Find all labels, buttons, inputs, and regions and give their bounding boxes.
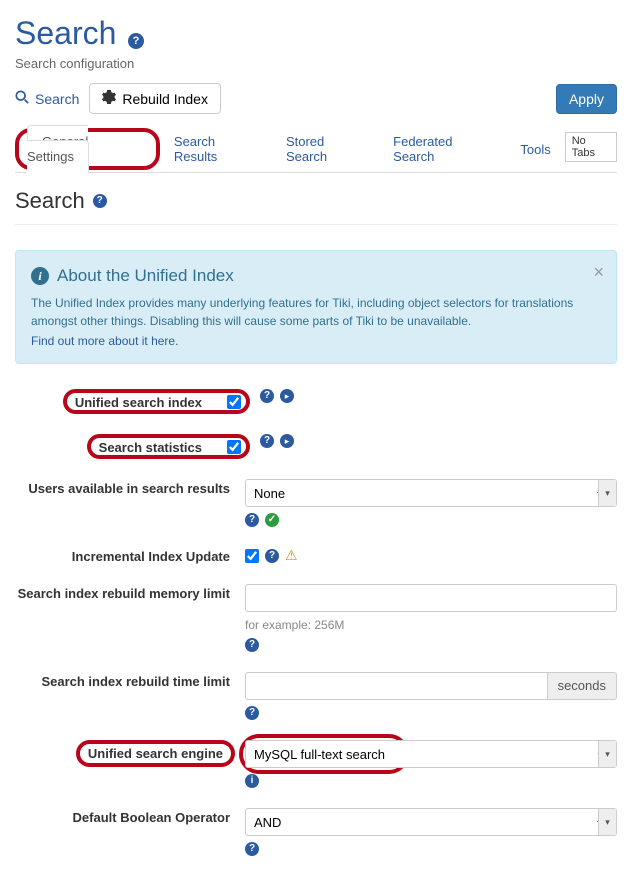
time-limit-addon: seconds (548, 672, 617, 700)
info-link[interactable]: Find out more about it here. (31, 334, 178, 348)
search-icon (15, 90, 29, 107)
help-icon[interactable]: ? (245, 706, 259, 720)
search-stats-checkbox[interactable] (227, 440, 241, 454)
bool-op-label: Default Boolean Operator (15, 808, 245, 825)
check-icon: ✓ (265, 513, 279, 527)
tab-search-results[interactable]: Search Results (160, 126, 272, 172)
rebuild-index-button[interactable]: Rebuild Index (89, 83, 221, 114)
help-icon[interactable]: ? (93, 194, 107, 208)
tab-stored-search[interactable]: Stored Search (272, 126, 379, 172)
help-icon[interactable]: ? (265, 549, 279, 563)
highlight-engine: Unified search engine (76, 740, 235, 767)
mem-limit-input[interactable] (245, 584, 617, 612)
help-icon[interactable]: ? (128, 33, 144, 49)
help-icon[interactable]: ? (260, 389, 274, 403)
action-icon[interactable]: ▸ (280, 434, 294, 448)
users-avail-label: Users available in search results (15, 479, 245, 496)
engine-label: Unified search engine (88, 744, 223, 761)
highlight-search-stats: Search statistics (87, 434, 250, 459)
search-link[interactable]: Search (15, 90, 79, 107)
tab-tools[interactable]: Tools (506, 134, 564, 165)
tab-federated-search[interactable]: Federated Search (379, 126, 506, 172)
info-title: About the Unified Index (57, 266, 234, 286)
info-icon: i (31, 267, 49, 285)
incremental-label: Incremental Index Update (15, 547, 245, 564)
time-limit-label: Search index rebuild time limit (15, 672, 245, 689)
tab-general-settings[interactable]: General Settings (27, 125, 89, 173)
search-stats-label: Search statistics (99, 438, 217, 455)
mem-limit-hint: for example: 256M (245, 618, 617, 632)
bool-op-select[interactable]: AND (245, 808, 617, 836)
help-icon[interactable]: ? (245, 513, 259, 527)
incremental-checkbox[interactable] (245, 549, 259, 563)
info-icon[interactable]: i (245, 774, 259, 788)
page-title: Search (15, 15, 116, 52)
section-title: Search (15, 188, 85, 214)
users-avail-select[interactable]: None (245, 479, 617, 507)
no-tabs-button[interactable]: No Tabs (565, 132, 617, 162)
apply-button[interactable]: Apply (556, 84, 617, 114)
mem-limit-label: Search index rebuild memory limit (15, 584, 245, 601)
help-icon[interactable]: ? (260, 434, 274, 448)
divider (15, 224, 617, 225)
info-box: × i About the Unified Index The Unified … (15, 250, 617, 364)
page-subtitle: Search configuration (15, 56, 617, 71)
unified-index-checkbox[interactable] (227, 395, 241, 409)
gear-icon (102, 90, 116, 107)
help-icon[interactable]: ? (245, 842, 259, 856)
highlight-general-settings: General Settings (15, 128, 160, 170)
action-icon[interactable]: ▸ (280, 389, 294, 403)
warning-icon: ⚠ (285, 547, 298, 564)
info-text: The Unified Index provides many underlyi… (31, 294, 601, 330)
close-icon[interactable]: × (593, 263, 604, 281)
unified-index-label: Unified search index (75, 393, 217, 410)
time-limit-input[interactable] (245, 672, 548, 700)
highlight-unified-index: Unified search index (63, 389, 250, 414)
help-icon[interactable]: ? (245, 638, 259, 652)
